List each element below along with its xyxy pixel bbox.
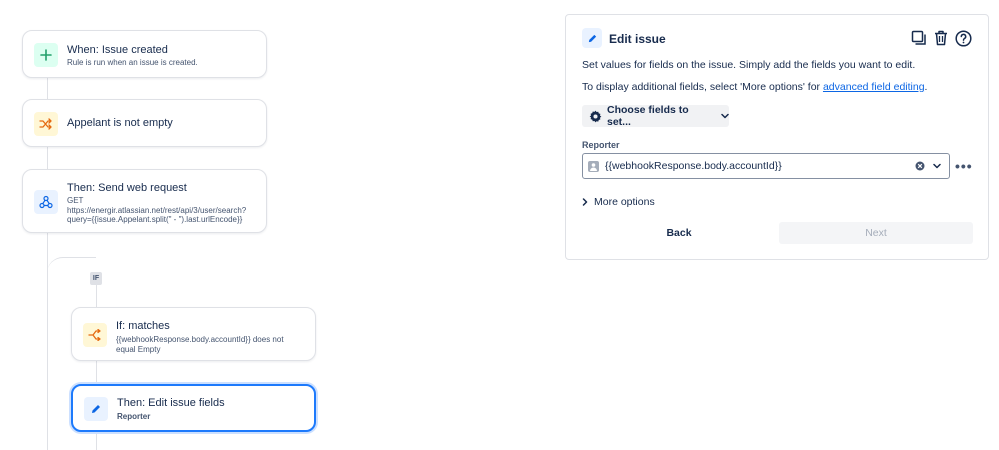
more-options-toggle[interactable]: More options [582,196,655,208]
if-matches-card[interactable]: If: matches {{webhookResponse.body.accou… [71,307,316,361]
trigger-subtitle: Rule is run when an issue is created. [67,58,198,67]
advanced-field-editing-link[interactable]: advanced field editing [823,81,925,93]
clear-icon[interactable] [915,161,925,171]
back-button[interactable]: Back [582,222,776,244]
if-matches-subtitle-2: equal Empty [116,344,161,354]
webhook-icon [34,190,58,214]
panel-description: Set values for fields on the issue. Simp… [582,59,916,71]
web-request-url: https://energir.atlassian.net/rest/api/3… [67,205,247,215]
condition-title: Appelant is not empty [67,117,173,129]
trigger-card[interactable]: When: Issue created Rule is run when an … [22,30,267,78]
shuffle-icon [34,112,58,136]
copy-icon[interactable] [910,29,928,47]
flow-connector [47,77,48,100]
if-badge: IF [90,272,102,285]
chevron-down-icon [721,113,729,119]
more-actions-icon[interactable]: ••• [955,158,973,174]
web-request-title: Then: Send web request [67,182,187,194]
choose-fields-button[interactable]: Choose fields to set... [582,104,729,128]
chevron-down-icon[interactable] [933,163,941,169]
edit-fields-title: Then: Edit issue fields [117,397,225,409]
chevron-right-icon [582,198,588,206]
edit-fields-subtitle: Reporter [117,412,151,421]
additional-prefix: To display additional fields, select 'Mo… [582,81,823,93]
branch-icon [83,323,107,347]
edit-issue-panel: Edit issue Set values for fields on the … [565,14,989,260]
panel-title: Edit issue [609,32,666,46]
next-button[interactable]: Next [779,222,973,244]
edit-fields-card[interactable]: Then: Edit issue fields Reporter [71,384,316,432]
reporter-field[interactable]: {{webhookResponse.body.accountId}} [582,153,950,179]
pencil-icon [84,397,108,421]
branch-connector [47,257,96,275]
if-matches-title: If: matches [116,320,170,332]
gear-icon [589,110,602,123]
web-request-card[interactable]: Then: Send web request GET https://energ… [22,169,267,233]
additional-suffix: . [924,81,928,93]
if-matches-subtitle: {{webhookResponse.body.accountId}} does … [116,335,284,344]
reporter-label: Reporter [582,140,620,150]
flow-connector [47,147,48,170]
choose-fields-label: Choose fields to set... [607,104,689,128]
more-options-label: More options [594,196,655,208]
trash-icon[interactable] [932,29,950,47]
help-icon[interactable] [954,29,972,47]
panel-additional-fields: To display additional fields, select 'Mo… [582,81,927,93]
web-request-query: query={{issue.Appelant.split(" - ").last… [67,215,243,224]
pencil-icon [582,28,602,48]
avatar-icon [588,160,599,172]
trigger-title: When: Issue created [67,44,168,56]
web-request-method: GET [67,196,84,205]
flow-connector [96,432,97,450]
condition-card[interactable]: Appelant is not empty [22,99,267,147]
add-icon [34,43,58,67]
flow-connector [96,361,97,384]
reporter-value: {{webhookResponse.body.accountId}} [605,160,782,172]
